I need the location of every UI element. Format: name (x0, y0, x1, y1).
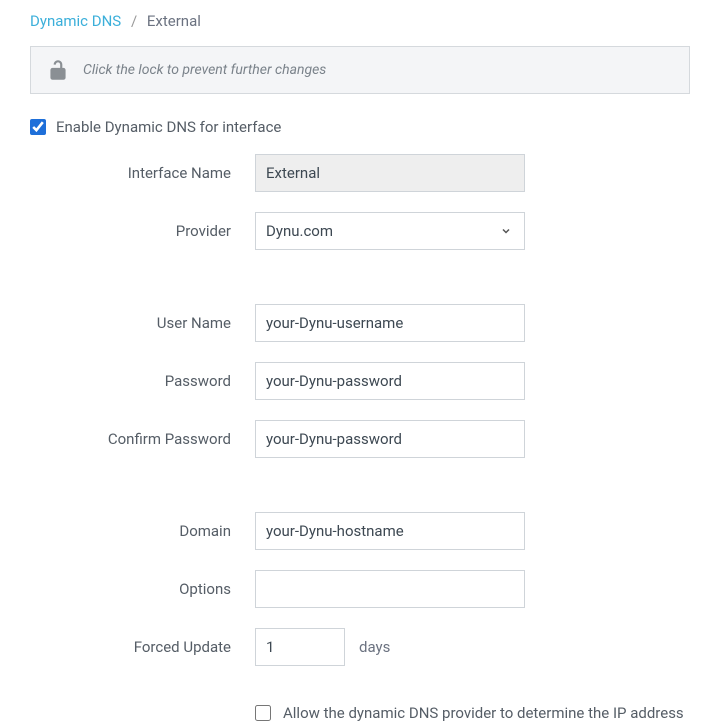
options-input[interactable] (255, 570, 525, 608)
breadcrumb: Dynamic DNS / External (0, 0, 720, 46)
row-provider: Provider Dynu.com (30, 212, 690, 250)
label-forced-update: Forced Update (30, 638, 255, 656)
label-options: Options (30, 580, 255, 598)
row-confirm-password: Confirm Password (30, 420, 690, 458)
unlock-icon (45, 57, 71, 83)
label-username: User Name (30, 314, 255, 332)
label-interface-name: Interface Name (30, 164, 255, 182)
lock-bar[interactable]: Click the lock to prevent further change… (30, 46, 690, 94)
username-input[interactable] (255, 304, 525, 342)
forced-update-unit: days (359, 638, 390, 656)
lock-bar-text: Click the lock to prevent further change… (83, 62, 326, 78)
domain-input[interactable] (255, 512, 525, 550)
interface-name-input (255, 154, 525, 192)
enable-label: Enable Dynamic DNS for interface (56, 118, 281, 136)
row-domain: Domain (30, 512, 690, 550)
forced-update-input[interactable] (255, 628, 345, 666)
enable-checkbox[interactable] (30, 119, 46, 135)
allow-provider-ip-label: Allow the dynamic DNS provider to determ… (283, 704, 684, 722)
password-input[interactable] (255, 362, 525, 400)
allow-provider-ip-checkbox[interactable] (255, 705, 271, 721)
label-domain: Domain (30, 522, 255, 540)
breadcrumb-separator: / (131, 12, 137, 30)
form-area: Enable Dynamic DNS for interface Interfa… (0, 118, 720, 722)
confirm-password-input[interactable] (255, 420, 525, 458)
row-allow-provider-ip: Allow the dynamic DNS provider to determ… (255, 686, 690, 722)
label-provider: Provider (30, 222, 255, 240)
row-username: User Name (30, 304, 690, 342)
row-options: Options (30, 570, 690, 608)
row-forced-update: Forced Update days (30, 628, 690, 666)
label-password: Password (30, 372, 255, 390)
breadcrumb-parent-link[interactable]: Dynamic DNS (30, 12, 121, 30)
label-confirm-password: Confirm Password (30, 430, 255, 448)
provider-select[interactable]: Dynu.com (255, 212, 525, 250)
row-password: Password (30, 362, 690, 400)
enable-row: Enable Dynamic DNS for interface (30, 118, 690, 136)
breadcrumb-current: External (147, 12, 201, 30)
row-interface-name: Interface Name (30, 154, 690, 192)
